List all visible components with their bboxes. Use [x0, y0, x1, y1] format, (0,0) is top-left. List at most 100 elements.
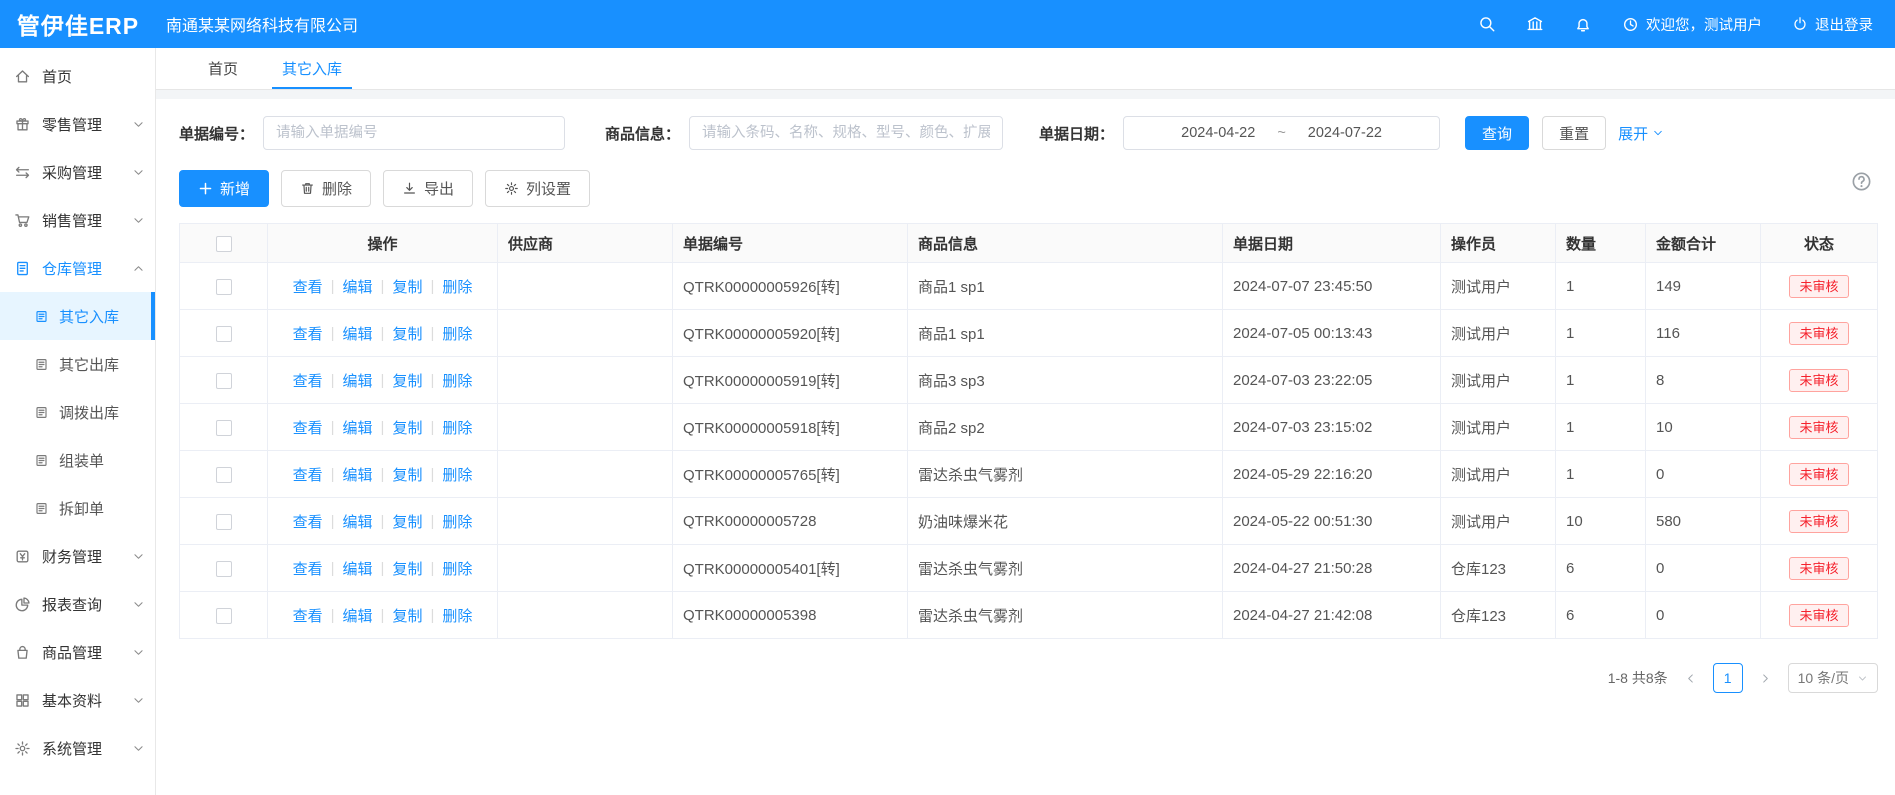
bill-no-input[interactable]: [263, 116, 565, 150]
row-action-link[interactable]: 查看: [293, 276, 323, 297]
row-action-link[interactable]: 复制: [392, 276, 422, 297]
sidebar-item-basic[interactable]: 基本资料: [0, 676, 155, 724]
row-action-link[interactable]: 编辑: [343, 417, 373, 438]
row-action-link[interactable]: 编辑: [343, 323, 373, 344]
sidebar-item-goods[interactable]: 商品管理: [0, 628, 155, 676]
bell-icon[interactable]: [1574, 15, 1592, 33]
row-action-link[interactable]: 编辑: [343, 464, 373, 485]
row-action-link[interactable]: 复制: [392, 511, 422, 532]
sidebar-subitem-label: 其它入库: [59, 306, 119, 327]
export-button[interactable]: 导出: [383, 170, 473, 207]
row-checkbox[interactable]: [216, 467, 232, 483]
row-checkbox[interactable]: [216, 608, 232, 624]
sidebar-item-sales[interactable]: 销售管理: [0, 196, 155, 244]
cell-bill-date: 2024-05-29 22:16:20: [1223, 451, 1441, 498]
cell-amount: 0: [1646, 451, 1761, 498]
row-action-link[interactable]: 查看: [293, 370, 323, 391]
bag-icon: [14, 644, 31, 661]
cell-bill-date: 2024-05-22 00:51:30: [1223, 498, 1441, 545]
row-action-link[interactable]: 编辑: [343, 370, 373, 391]
filter-row: 单据编号： 商品信息： 单据日期： 2024-04-22 ~ 2024-07-2…: [179, 116, 1878, 150]
bank-icon[interactable]: [1526, 15, 1544, 33]
row-action-link[interactable]: 编辑: [343, 511, 373, 532]
cell-quantity: 1: [1556, 263, 1646, 310]
sidebar-subitem-other-inbound[interactable]: 其它入库: [0, 292, 155, 340]
search-button[interactable]: 查询: [1465, 116, 1529, 150]
sidebar-subitem-transfer-outbound[interactable]: 调拨出库: [0, 388, 155, 436]
row-action-link[interactable]: 删除: [442, 370, 472, 391]
delete-button[interactable]: 删除: [281, 170, 371, 207]
date-separator: ~: [1277, 125, 1285, 141]
row-action-link[interactable]: 删除: [442, 276, 472, 297]
goods-info-input[interactable]: [689, 116, 1003, 150]
sidebar-item-warehouse[interactable]: 仓库管理: [0, 244, 155, 292]
row-action-link[interactable]: 复制: [392, 605, 422, 626]
row-action-link[interactable]: 复制: [392, 370, 422, 391]
page-number[interactable]: 1: [1713, 663, 1743, 693]
sidebar-item-retail[interactable]: 零售管理: [0, 100, 155, 148]
sidebar-subitem-label: 其它出库: [59, 354, 119, 375]
table-row: 查看|编辑|复制|删除QTRK00000005398雷达杀虫气雾剂2024-04…: [180, 592, 1878, 639]
expand-button[interactable]: 展开: [1618, 123, 1664, 144]
row-checkbox[interactable]: [216, 279, 232, 295]
cell-goods-info: 雷达杀虫气雾剂: [908, 545, 1223, 592]
prev-page-icon[interactable]: [1684, 672, 1697, 685]
tab-other-inbound[interactable]: 其它入库: [260, 48, 364, 89]
row-action-link[interactable]: 删除: [442, 323, 472, 344]
row-action-link[interactable]: 查看: [293, 511, 323, 532]
sidebar-subitem-disassembly[interactable]: 拆卸单: [0, 484, 155, 532]
sidebar-item-home[interactable]: 首页: [0, 52, 155, 100]
row-action-link[interactable]: 复制: [392, 323, 422, 344]
row-action-link[interactable]: 删除: [442, 605, 472, 626]
cell-operator: 仓库123: [1441, 545, 1556, 592]
sidebar-subitem-assembly[interactable]: 组装单: [0, 436, 155, 484]
welcome-user[interactable]: 欢迎您，测试用户: [1622, 14, 1762, 35]
column-header: 单据编号: [673, 224, 908, 263]
row-action-link[interactable]: 查看: [293, 558, 323, 579]
sidebar-item-purchase[interactable]: 采购管理: [0, 148, 155, 196]
sidebar-item-label: 仓库管理: [42, 258, 102, 279]
add-button[interactable]: 新增: [179, 170, 269, 207]
sidebar-subitem-other-outbound[interactable]: 其它出库: [0, 340, 155, 388]
row-action-link[interactable]: 查看: [293, 323, 323, 344]
row-action-link[interactable]: 删除: [442, 558, 472, 579]
row-checkbox[interactable]: [216, 420, 232, 436]
row-action-link[interactable]: 复制: [392, 558, 422, 579]
row-actions: 查看|编辑|复制|删除: [268, 558, 497, 579]
date-range-picker[interactable]: 2024-04-22 ~ 2024-07-22: [1123, 116, 1440, 150]
row-action-link[interactable]: 复制: [392, 464, 422, 485]
row-checkbox[interactable]: [216, 326, 232, 342]
row-action-link[interactable]: 复制: [392, 417, 422, 438]
search-icon[interactable]: [1478, 15, 1496, 33]
page-size-select[interactable]: 10 条/页: [1788, 663, 1878, 693]
row-actions: 查看|编辑|复制|删除: [268, 511, 497, 532]
sidebar-item-report[interactable]: 报表查询: [0, 580, 155, 628]
toolbar: 新增 删除 导出 列设置: [179, 170, 1878, 207]
column-settings-button[interactable]: 列设置: [485, 170, 590, 207]
row-checkbox[interactable]: [216, 373, 232, 389]
row-action-link[interactable]: 删除: [442, 511, 472, 532]
row-action-link[interactable]: 删除: [442, 464, 472, 485]
row-action-link[interactable]: 编辑: [343, 605, 373, 626]
reset-button[interactable]: 重置: [1542, 116, 1606, 150]
select-all-checkbox[interactable]: [216, 236, 232, 252]
row-action-link[interactable]: 删除: [442, 417, 472, 438]
next-page-icon[interactable]: [1759, 672, 1772, 685]
tab-home[interactable]: 首页: [186, 48, 260, 89]
sidebar-item-system[interactable]: 系统管理: [0, 724, 155, 772]
row-checkbox[interactable]: [216, 514, 232, 530]
sidebar-item-finance[interactable]: 财务管理: [0, 532, 155, 580]
company-name: 南通某某网络科技有限公司: [166, 12, 358, 36]
row-checkbox[interactable]: [216, 561, 232, 577]
row-action-link[interactable]: 查看: [293, 605, 323, 626]
help-icon[interactable]: [1851, 171, 1872, 192]
row-action-link[interactable]: 查看: [293, 417, 323, 438]
row-action-link[interactable]: 查看: [293, 464, 323, 485]
row-action-link[interactable]: 编辑: [343, 558, 373, 579]
cell-supplier: [498, 592, 673, 639]
logout-button[interactable]: 退出登录: [1792, 14, 1873, 35]
cell-bill-no: QTRK00000005765[转]: [673, 451, 908, 498]
cell-supplier: [498, 545, 673, 592]
row-action-link[interactable]: 编辑: [343, 276, 373, 297]
top-header: 管伊佳ERP 南通某某网络科技有限公司 欢迎您，测试用户 退出登录: [0, 0, 1895, 48]
